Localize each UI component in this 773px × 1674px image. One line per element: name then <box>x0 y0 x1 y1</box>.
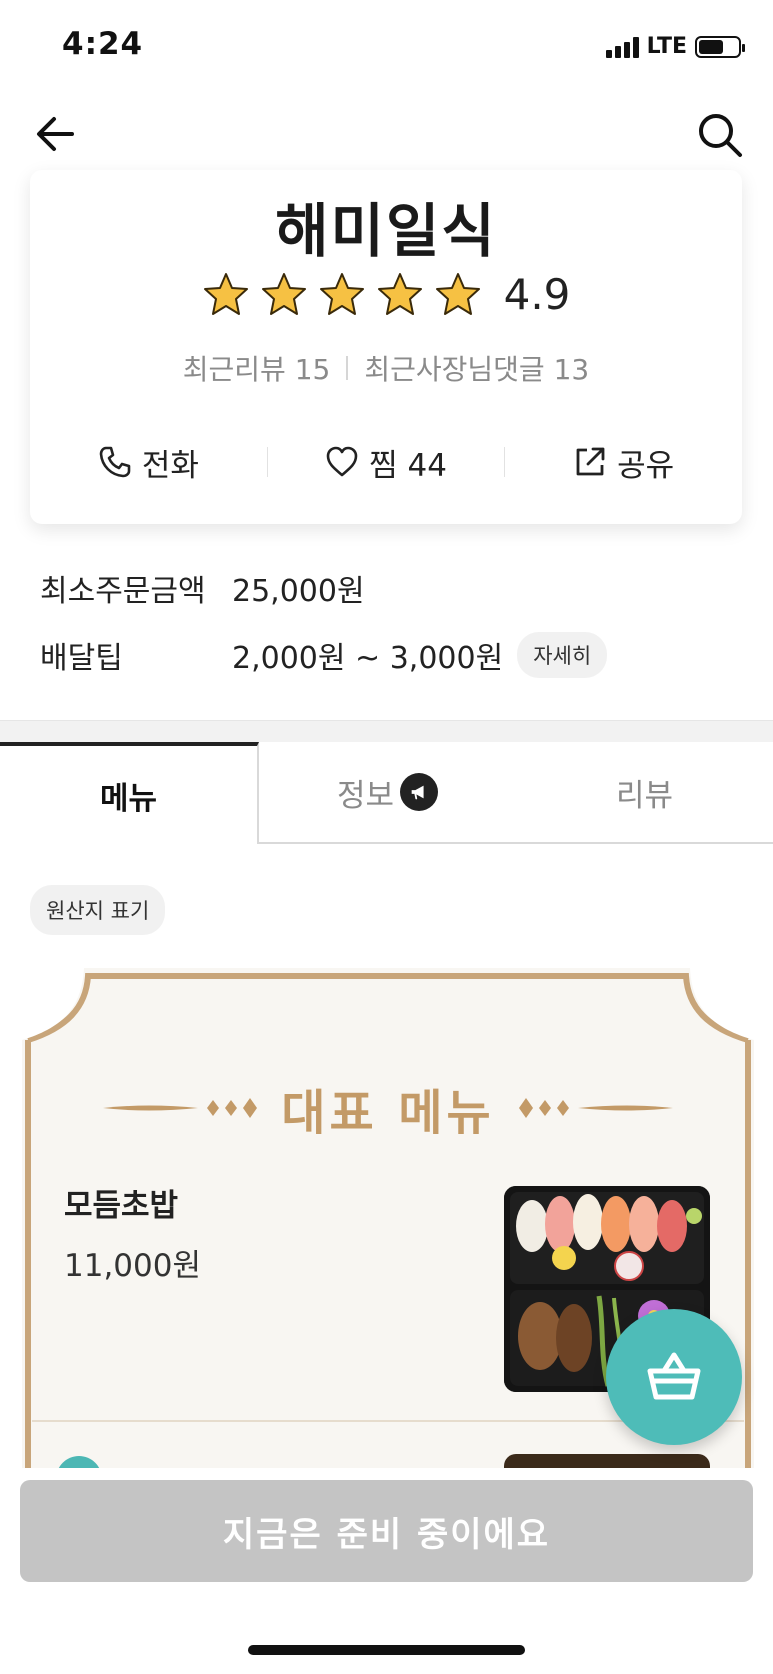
representative-menu-section: 대표 메뉴 모듬초밥 11,000원 <box>22 968 754 1534</box>
order-button-disabled[interactable]: 지금은 준비 중이에요 <box>20 1480 753 1582</box>
store-tabs: 메뉴 정보 리뷰 <box>0 742 773 844</box>
store-actions: 전화 찜 44 공유 <box>30 432 742 492</box>
store-screen: 4:24 LTE 해미일식 4.9 최근리뷰 15 최근사장님댓글 13 전화 … <box>0 0 773 1674</box>
share-button[interactable]: 공유 <box>505 440 742 485</box>
rating-row: 4.9 <box>30 270 742 319</box>
star-icon <box>261 272 306 315</box>
recent-reviews[interactable]: 최근리뷰 15 <box>183 348 331 388</box>
star-icon <box>203 272 248 315</box>
ornament-right-icon <box>518 1098 673 1118</box>
star-icon <box>377 272 422 315</box>
tab-menu[interactable]: 메뉴 <box>0 742 259 844</box>
status-bar: 4:24 LTE <box>0 0 773 96</box>
min-order-value: 25,000원 <box>232 574 365 609</box>
menu-item-name[interactable]: 모듬초밥 <box>64 1180 178 1225</box>
cart-button[interactable] <box>606 1309 742 1445</box>
section-divider <box>0 720 773 742</box>
megaphone-icon <box>400 773 439 811</box>
delivery-tip-value: 2,000원 ~ 3,000원 <box>232 641 504 676</box>
signal-icon <box>605 36 639 58</box>
rep-title-row: 대표 메뉴 <box>22 1080 754 1141</box>
star-icon <box>435 272 480 315</box>
tab-info[interactable]: 정보 <box>259 742 516 844</box>
status-icons: LTE <box>605 34 745 59</box>
delivery-tip-row: 배달팁 2,000원 ~ 3,000원 자세히 <box>40 632 608 678</box>
back-button[interactable] <box>32 110 80 158</box>
rep-menu-title: 대표 메뉴 <box>281 1085 495 1141</box>
delivery-tip-label: 배달팁 <box>40 641 123 676</box>
favorite-label: 찜 44 <box>369 447 447 484</box>
call-label: 전화 <box>141 447 199 484</box>
star-icon <box>319 272 364 315</box>
store-info-card: 해미일식 4.9 최근리뷰 15 최근사장님댓글 13 전화 찜 44 공유 <box>30 170 742 524</box>
tab-review[interactable]: 리뷰 <box>516 742 773 844</box>
home-indicator[interactable] <box>248 1645 525 1655</box>
search-button[interactable] <box>695 110 745 160</box>
tip-detail-button[interactable]: 자세히 <box>517 632 608 678</box>
heart-icon <box>326 446 358 477</box>
call-button[interactable]: 전화 <box>30 440 267 485</box>
share-label: 공유 <box>617 447 675 484</box>
tab-menu-label: 메뉴 <box>99 780 158 817</box>
store-name: 해미일식 <box>275 197 497 265</box>
phone-icon <box>99 446 131 478</box>
share-icon <box>576 447 605 476</box>
min-order-label: 최소주문금액 <box>40 574 206 609</box>
review-summary[interactable]: 최근리뷰 15 최근사장님댓글 13 <box>30 348 742 388</box>
min-order-row: 최소주문금액 25,000원 <box>40 566 365 610</box>
tab-review-label: 리뷰 <box>615 777 674 814</box>
back-arrow-icon <box>37 117 74 151</box>
basket-icon <box>647 1352 701 1400</box>
favorite-button[interactable]: 찜 44 <box>268 440 505 485</box>
status-time: 4:24 <box>62 26 144 62</box>
battery-icon <box>695 35 745 58</box>
owner-replies[interactable]: 최근사장님댓글 13 <box>364 348 589 388</box>
network-label: LTE <box>646 34 687 59</box>
rating-value: 4.9 <box>503 270 571 319</box>
search-icon <box>699 114 742 157</box>
tab-info-label: 정보 <box>336 777 395 814</box>
divider <box>346 356 349 380</box>
ornament-left-icon <box>103 1098 258 1118</box>
origin-label-button[interactable]: 원산지 표기 <box>30 885 166 935</box>
menu-item-price: 11,000원 <box>64 1248 201 1284</box>
